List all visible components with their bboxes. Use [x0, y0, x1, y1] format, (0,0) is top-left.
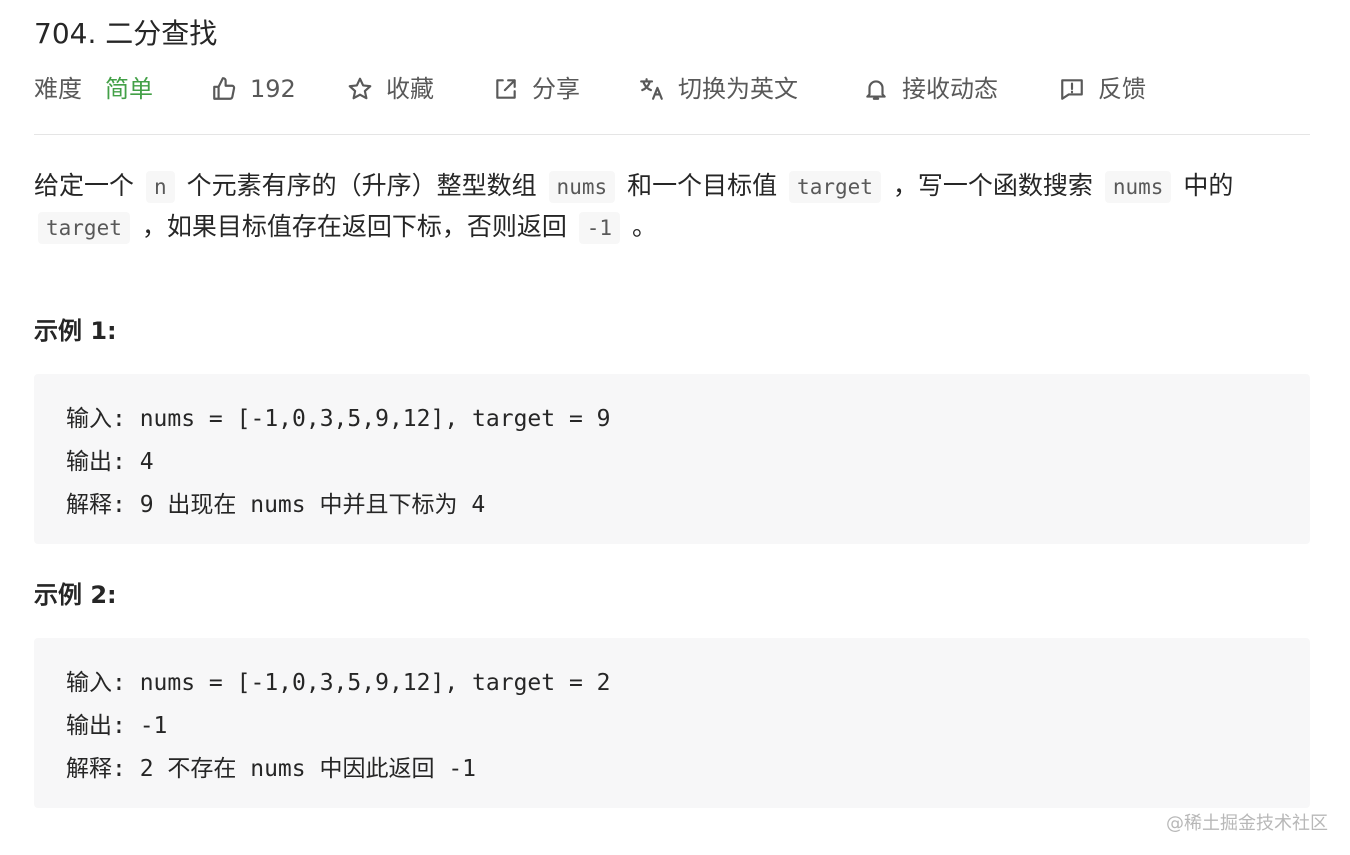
- example-2-block: 输入: nums = [-1,0,3,5,9,12], target = 2 输…: [34, 638, 1310, 808]
- favorite-label: 收藏: [386, 75, 434, 103]
- desc-text: 。: [632, 212, 658, 241]
- example-1-explanation: 解释: 9 出现在 nums 中并且下标为 4: [66, 492, 486, 518]
- share-button[interactable]: 分享: [492, 70, 580, 108]
- problem-toolbar: 难度 简单 192 收藏 分享 切换为英文 接收动态 反馈: [34, 70, 1310, 108]
- example-2-title: 示例 2:: [34, 581, 117, 609]
- desc-text: 给定一个: [34, 171, 135, 200]
- feedback-label: 反馈: [1098, 75, 1146, 103]
- bell-icon: [862, 75, 890, 103]
- example-2-explanation: 解释: 2 不存在 nums 中因此返回 -1: [66, 756, 477, 782]
- divider: [34, 134, 1310, 135]
- thumbs-up-icon: [210, 75, 238, 103]
- desc-text: ，写一个函数搜索: [892, 171, 1093, 200]
- desc-text: 个元素有序的（升序）整型数组: [186, 171, 537, 200]
- inline-code: nums: [1104, 171, 1172, 203]
- inline-code: n: [145, 171, 175, 203]
- difficulty-value: 简单: [105, 75, 153, 103]
- example-1-input: 输入: nums = [-1,0,3,5,9,12], target = 9: [66, 406, 611, 432]
- problem-title: 704. 二分查找: [34, 17, 218, 50]
- translate-button[interactable]: 切换为英文: [638, 70, 798, 108]
- example-2-output: 输出: -1: [66, 713, 168, 739]
- share-icon: [492, 75, 520, 103]
- favorite-button[interactable]: 收藏: [346, 70, 434, 108]
- share-label: 分享: [532, 75, 580, 103]
- feedback-icon: [1058, 75, 1086, 103]
- subscribe-label: 接收动态: [902, 75, 998, 103]
- watermark: @稀土掘金技术社区: [1166, 813, 1328, 834]
- desc-text: ，如果目标值存在返回下标，否则返回: [141, 212, 567, 241]
- like-button[interactable]: 192: [210, 70, 296, 108]
- example-1-block: 输入: nums = [-1,0,3,5,9,12], target = 9 输…: [34, 374, 1310, 544]
- desc-text: 中的: [1183, 171, 1234, 200]
- feedback-button[interactable]: 反馈: [1058, 70, 1146, 108]
- inline-code: nums: [548, 171, 616, 203]
- problem-description: 给定一个 n 个元素有序的（升序）整型数组 nums 和一个目标值 target…: [34, 166, 1310, 248]
- translate-icon: [638, 75, 666, 103]
- example-1-title: 示例 1:: [34, 317, 117, 345]
- example-2-input: 输入: nums = [-1,0,3,5,9,12], target = 2: [66, 670, 611, 696]
- star-icon: [346, 75, 374, 103]
- inline-code: target: [789, 171, 881, 203]
- desc-text: 和一个目标值: [627, 171, 778, 200]
- inline-code: target: [38, 212, 130, 244]
- example-1-output: 输出: 4: [66, 449, 154, 475]
- subscribe-button[interactable]: 接收动态: [862, 70, 998, 108]
- like-count: 192: [250, 75, 296, 103]
- difficulty-label: 难度: [34, 75, 82, 103]
- inline-code: -1: [578, 212, 621, 244]
- translate-label: 切换为英文: [678, 75, 798, 103]
